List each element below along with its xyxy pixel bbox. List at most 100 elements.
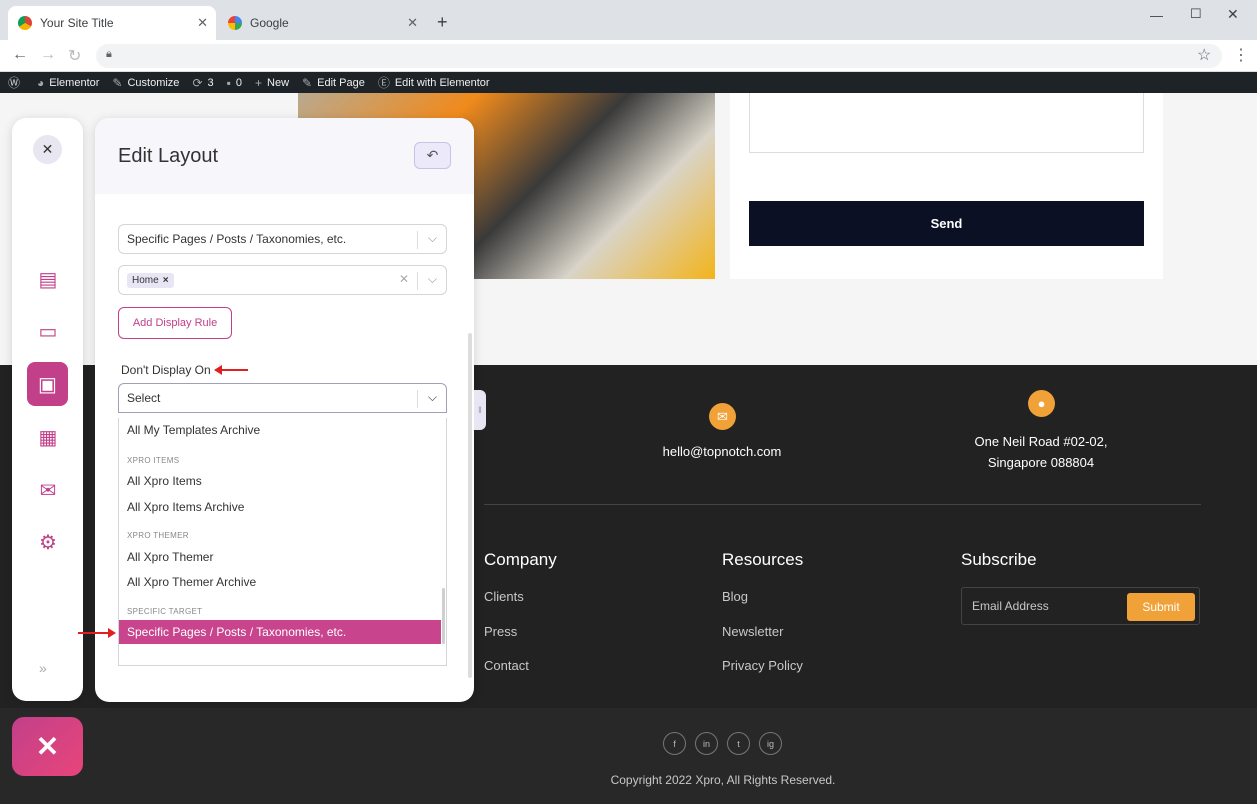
subscribe-form: Submit xyxy=(961,587,1200,625)
admin-bar-updates[interactable]: ⟳ 3 xyxy=(192,76,213,90)
reload-icon[interactable]: ↻ xyxy=(68,46,81,66)
maximize-icon[interactable]: ☐ xyxy=(1190,6,1202,22)
plus-icon: + xyxy=(255,75,263,90)
option-all-my-templates-archive[interactable]: All My Templates Archive xyxy=(127,423,260,437)
display-on-select[interactable]: Specific Pages / Posts / Taxonomies, etc… xyxy=(118,224,447,254)
panel-drag-handle[interactable]: ‖ xyxy=(474,390,486,430)
linkedin-icon[interactable]: in xyxy=(695,732,718,755)
admin-bar-comments[interactable]: ▪ 0 xyxy=(227,76,242,90)
tag-label: Home xyxy=(132,274,159,286)
subscribe-heading: Subscribe xyxy=(961,550,1037,569)
tab-label: Google xyxy=(250,16,289,30)
location-pin-icon: ● xyxy=(1028,390,1055,417)
option-all-xpro-items-archive[interactable]: All Xpro Items Archive xyxy=(127,500,244,514)
expand-chevron-icon[interactable]: » xyxy=(39,660,47,676)
panel-header: Edit Layout ↶ xyxy=(95,118,474,194)
group-xpro-themer: XPRO THEMER xyxy=(127,531,189,540)
instagram-icon[interactable]: ig xyxy=(759,732,782,755)
footer-link-clients[interactable]: Clients xyxy=(484,589,524,604)
remove-tag-icon[interactable]: × xyxy=(163,275,169,286)
select-placeholder: Select xyxy=(127,391,161,405)
company-heading: Company xyxy=(484,550,557,569)
close-icon[interactable]: ✕ xyxy=(33,135,62,164)
bookmark-star-icon[interactable]: ☆ xyxy=(1197,45,1211,65)
email-address-input[interactable] xyxy=(972,588,1127,624)
option-all-xpro-items[interactable]: All Xpro Items xyxy=(127,474,202,488)
resources-heading: Resources xyxy=(722,550,804,569)
page-layout-icon[interactable]: ▭ xyxy=(32,315,64,347)
dont-display-on-select[interactable]: Select ⌵ xyxy=(118,383,447,413)
browser-tab-bar: Your Site Title ✕ Google ✕ + — ☐ ✕ xyxy=(0,0,1257,40)
footer-link-blog[interactable]: Blog xyxy=(722,589,748,604)
dont-display-dropdown-list: All My Templates Archive XPRO ITEMS All … xyxy=(118,418,447,666)
archive-layout-icon[interactable]: ▦ xyxy=(32,421,64,453)
footer-address-line1: One Neil Road #02-02, xyxy=(974,434,1108,449)
tab-google[interactable]: Google ✕ xyxy=(218,6,426,40)
footer-link-newsletter[interactable]: Newsletter xyxy=(722,624,783,639)
clear-icon[interactable]: ✕ xyxy=(399,272,409,286)
dropdown-scrollbar[interactable] xyxy=(442,588,445,644)
elementor-icon: Ⓔ xyxy=(377,76,390,90)
admin-bar-label: Elementor xyxy=(49,76,100,89)
footer-layout-icon[interactable]: ▣ xyxy=(27,362,68,406)
admin-bar-new[interactable]: + New xyxy=(255,76,289,90)
admin-bar-edit-page[interactable]: ✎ Edit Page xyxy=(302,76,365,90)
display-on-value: Specific Pages / Posts / Taxonomies, etc… xyxy=(127,232,347,246)
display-on-tags-select[interactable]: Home × ✕ ⌵ xyxy=(118,265,447,295)
tag-home: Home × xyxy=(127,272,174,288)
pencil-icon: ✎ xyxy=(302,75,313,90)
send-button[interactable]: Send xyxy=(749,201,1144,246)
settings-gear-icon[interactable]: ⚙ xyxy=(32,526,64,558)
email-icon: ✉ xyxy=(709,403,736,430)
address-bar-row: ← → ↻ 🔒︎ ☆ ⋮ xyxy=(0,40,1257,72)
header-layout-icon[interactable]: ▤ xyxy=(32,263,64,295)
browser-menu-icon[interactable]: ⋮ xyxy=(1233,45,1249,65)
back-arrow-button[interactable]: ↶ xyxy=(414,142,451,169)
window-close-icon[interactable]: ✕ xyxy=(1227,6,1239,23)
footer-divider xyxy=(484,504,1201,505)
tab-label: Your Site Title xyxy=(40,16,114,30)
add-display-rule-button[interactable]: Add Display Rule xyxy=(118,307,232,339)
twitter-icon[interactable]: t xyxy=(727,732,750,755)
footer-bottom-bar: f in t ig Copyright 2022 Xpro, All Right… xyxy=(0,708,1257,804)
back-arrow-icon[interactable]: ← xyxy=(12,46,28,64)
wordpress-logo-icon[interactable]: Ⓦ xyxy=(8,74,25,91)
submit-button[interactable]: Submit xyxy=(1127,593,1195,621)
updates-icon: ⟳ xyxy=(192,75,203,90)
footer-link-contact[interactable]: Contact xyxy=(484,658,529,673)
group-specific-target: SPECIFIC TARGET xyxy=(127,607,203,616)
option-specific-pages-highlighted[interactable]: Specific Pages / Posts / Taxonomies, etc… xyxy=(119,620,441,644)
admin-bar-label: 0 xyxy=(235,76,243,89)
panel-scrollbar[interactable] xyxy=(468,333,472,678)
close-tab-icon[interactable]: ✕ xyxy=(407,15,418,31)
forward-arrow-icon[interactable]: → xyxy=(40,46,56,64)
message-textarea[interactable] xyxy=(749,93,1144,153)
admin-bar-customize[interactable]: ✎ Customize xyxy=(112,76,179,90)
annotation-arrow-left xyxy=(214,365,248,375)
admin-bar-label: New xyxy=(267,76,290,89)
minimize-icon[interactable]: — xyxy=(1150,8,1163,23)
option-all-xpro-themer[interactable]: All Xpro Themer xyxy=(127,550,213,564)
url-field[interactable]: 🔒︎ xyxy=(96,44,1222,68)
panel-title: Edit Layout xyxy=(118,145,219,167)
dashboard-icon: ◕ xyxy=(37,75,45,90)
popup-layout-icon[interactable]: ✉ xyxy=(32,474,64,506)
admin-bar-elementor[interactable]: ◕ Elementor xyxy=(37,76,99,90)
admin-bar-label: Customize xyxy=(127,76,180,89)
lock-icon: 🔒︎ xyxy=(106,48,112,60)
edit-layout-panel: Edit Layout ↶ Specific Pages / Posts / T… xyxy=(95,118,474,702)
new-tab-button[interactable]: + xyxy=(437,12,448,33)
footer-email[interactable]: hello@topnotch.com xyxy=(622,444,822,459)
facebook-icon[interactable]: f xyxy=(663,732,686,755)
tab-your-site-title[interactable]: Your Site Title ✕ xyxy=(8,6,216,40)
xpro-icon-rail: ✕ ▤ ▭ ▣ ▦ ✉ ⚙ » xyxy=(12,118,83,701)
admin-bar-label: 3 xyxy=(207,76,214,89)
admin-bar-edit-elementor[interactable]: Ⓔ Edit with Elementor xyxy=(378,74,490,91)
footer-link-privacy-policy[interactable]: Privacy Policy xyxy=(722,658,803,673)
xpro-logo-button[interactable]: ✕ xyxy=(12,717,83,776)
close-tab-icon[interactable]: ✕ xyxy=(197,15,208,31)
copyright-text: Copyright 2022 Xpro, All Rights Reserved… xyxy=(610,773,836,787)
footer-link-press[interactable]: Press xyxy=(484,624,517,639)
option-all-xpro-themer-archive[interactable]: All Xpro Themer Archive xyxy=(127,575,256,589)
chevron-down-icon: ⌵ xyxy=(427,272,437,286)
